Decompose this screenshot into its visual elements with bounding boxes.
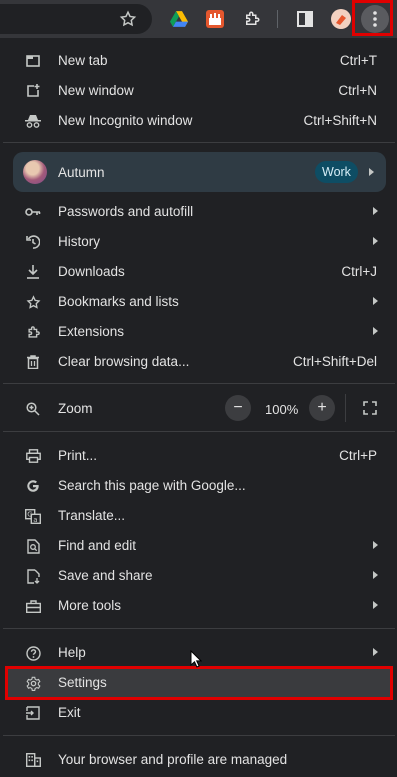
menu-item-extensions[interactable]: Extensions xyxy=(3,317,395,347)
profile-name: Autumn xyxy=(58,165,105,180)
chevron-right-icon xyxy=(373,297,378,305)
zoom-separator xyxy=(345,394,346,422)
menu-divider xyxy=(3,628,395,629)
zoom-level: 100% xyxy=(265,402,299,417)
profile-work-badge: Work xyxy=(315,161,358,183)
new-tab-label: New tab xyxy=(58,53,108,68)
chevron-right-icon xyxy=(373,571,378,579)
downloads-shortcut: Ctrl+J xyxy=(341,264,377,279)
find-edit-label: Find and edit xyxy=(58,538,137,553)
incognito-icon xyxy=(25,113,41,129)
new-window-icon xyxy=(25,83,41,99)
save-share-icon xyxy=(25,568,41,584)
new-incognito-shortcut: Ctrl+Shift+N xyxy=(303,113,377,128)
chevron-right-icon xyxy=(373,648,378,656)
gear-icon xyxy=(25,675,41,691)
menu-item-zoom: Zoom xyxy=(3,394,395,424)
save-share-label: Save and share xyxy=(58,568,153,583)
exit-icon xyxy=(25,705,41,721)
menu-item-more-tools[interactable]: More tools xyxy=(3,591,395,621)
menu-divider xyxy=(3,142,395,143)
extensions-label: Extensions xyxy=(58,324,125,339)
menu-item-save-share[interactable]: Save and share xyxy=(3,561,395,591)
help-icon xyxy=(25,645,41,661)
exit-label: Exit xyxy=(58,705,81,720)
menu-item-translate[interactable]: Ga Translate... xyxy=(3,501,395,531)
managed-label: Your browser and profile are managed xyxy=(58,752,288,767)
passwords-label: Passwords and autofill xyxy=(58,204,194,219)
menu-item-new-incognito[interactable]: New Incognito window Ctrl+Shift+N xyxy=(3,106,395,136)
avatar xyxy=(23,160,47,184)
new-incognito-label: New Incognito window xyxy=(58,113,193,128)
new-tab-shortcut: Ctrl+T xyxy=(339,53,377,68)
zoom-label: Zoom xyxy=(58,401,93,416)
key-icon xyxy=(25,204,41,220)
find-page-icon xyxy=(25,538,41,554)
chevron-right-icon xyxy=(373,541,378,549)
profile-extension-icon[interactable] xyxy=(329,7,353,31)
menu-item-bookmarks[interactable]: Bookmarks and lists xyxy=(3,287,395,317)
download-icon xyxy=(25,264,41,280)
toolbar-separator xyxy=(277,10,278,28)
more-menu-highlight xyxy=(352,0,393,36)
chevron-right-icon xyxy=(373,207,378,215)
more-tools-label: More tools xyxy=(58,598,122,613)
star-icon xyxy=(25,294,41,310)
print-label: Print... xyxy=(58,448,98,463)
menu-item-find-edit[interactable]: Find and edit xyxy=(3,531,395,561)
menu-item-downloads[interactable]: Downloads Ctrl+J xyxy=(3,257,395,287)
menu-item-history[interactable]: History xyxy=(3,227,395,257)
search-page-label: Search this page with Google... xyxy=(58,478,246,493)
menu-item-new-tab[interactable]: New tab Ctrl+T xyxy=(3,46,395,76)
bookmarks-label: Bookmarks and lists xyxy=(58,294,179,309)
clear-data-label: Clear browsing data... xyxy=(58,354,190,369)
menu-divider xyxy=(3,735,395,736)
zoom-out-button[interactable]: − xyxy=(225,395,251,421)
bookmark-star-icon[interactable] xyxy=(116,7,140,31)
clear-data-shortcut: Ctrl+Shift+Del xyxy=(292,354,377,369)
profile-row[interactable]: Autumn Work xyxy=(13,152,386,192)
translate-label: Translate... xyxy=(58,508,126,523)
extensions-puzzle-icon[interactable] xyxy=(240,7,264,31)
help-label: Help xyxy=(58,645,86,660)
google-drive-icon[interactable] xyxy=(167,7,191,31)
menu-item-new-window[interactable]: New window Ctrl+N xyxy=(3,76,395,106)
trash-icon xyxy=(25,354,41,370)
zoom-icon xyxy=(25,401,41,417)
print-shortcut: Ctrl+P xyxy=(339,448,377,463)
chevron-right-icon xyxy=(373,601,378,609)
google-icon xyxy=(25,478,41,494)
translate-icon: Ga xyxy=(25,508,41,524)
menu-divider xyxy=(3,383,395,384)
menu-item-search-page[interactable]: Search this page with Google... xyxy=(3,471,395,501)
settings-label: Settings xyxy=(58,675,107,690)
printer-icon xyxy=(25,448,41,464)
svg-text:G: G xyxy=(27,510,32,518)
menu-item-exit[interactable]: Exit xyxy=(3,698,395,728)
svg-text:a: a xyxy=(33,515,37,523)
new-window-label: New window xyxy=(58,83,134,98)
mouse-cursor-icon xyxy=(190,649,203,673)
side-panel-icon[interactable] xyxy=(293,7,317,31)
chevron-right-icon xyxy=(373,237,378,245)
toolbox-icon xyxy=(25,598,41,614)
red-extension-icon[interactable] xyxy=(203,7,227,31)
zoom-in-button[interactable]: + xyxy=(309,395,335,421)
menu-item-managed[interactable]: Your browser and profile are managed xyxy=(3,745,395,775)
new-window-shortcut: Ctrl+N xyxy=(338,83,377,98)
new-tab-icon xyxy=(25,53,41,69)
menu-item-print[interactable]: Print... Ctrl+P xyxy=(3,441,395,471)
history-label: History xyxy=(58,234,101,249)
menu-divider xyxy=(3,431,395,432)
downloads-label: Downloads xyxy=(58,264,125,279)
chevron-right-icon xyxy=(373,327,378,335)
menu-item-clear-browsing-data[interactable]: Clear browsing data... Ctrl+Shift+Del xyxy=(3,347,395,377)
building-icon xyxy=(25,752,41,768)
menu-item-passwords[interactable]: Passwords and autofill xyxy=(3,197,395,227)
chevron-right-icon xyxy=(369,168,374,176)
fullscreen-icon[interactable] xyxy=(363,401,377,415)
history-icon xyxy=(25,234,41,250)
browser-toolbar xyxy=(0,0,397,38)
puzzle-icon xyxy=(25,324,41,340)
